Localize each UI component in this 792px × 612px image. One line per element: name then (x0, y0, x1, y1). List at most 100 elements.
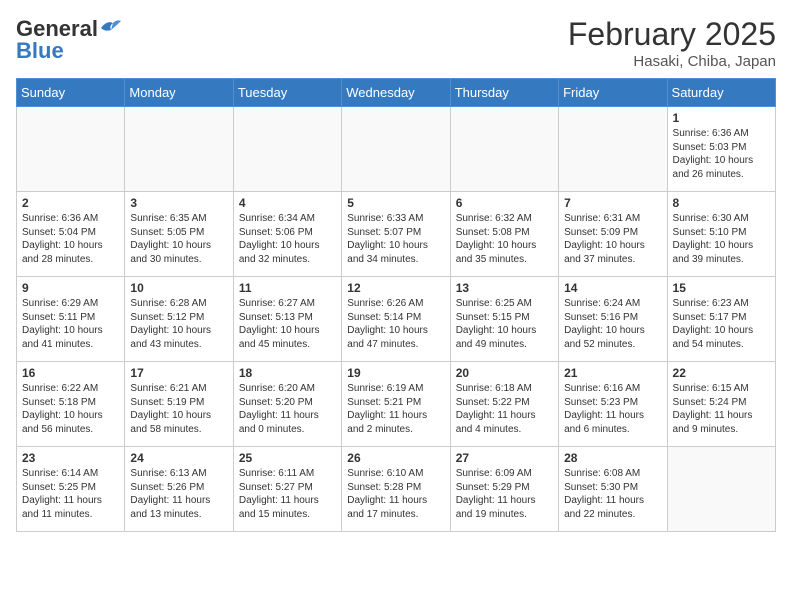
calendar-cell: 16 Sunrise: 6:22 AM Sunset: 5:18 PM Dayli… (17, 362, 125, 447)
calendar-cell: 4 Sunrise: 6:34 AM Sunset: 5:06 PM Daylig… (233, 192, 341, 277)
day-number: 15 (673, 281, 770, 295)
calendar-cell: 15 Sunrise: 6:23 AM Sunset: 5:17 PM Dayli… (667, 277, 775, 362)
page-header: General Blue February 2025 Hasaki, Chiba… (16, 16, 776, 70)
day-number: 3 (130, 196, 227, 210)
week-row-2: 9 Sunrise: 6:29 AM Sunset: 5:11 PM Daylig… (17, 277, 776, 362)
calendar-cell: 8 Sunrise: 6:30 AM Sunset: 5:10 PM Daylig… (667, 192, 775, 277)
col-header-wednesday: Wednesday (342, 79, 450, 107)
calendar-cell: 18Sunrise: 6:20 AM Sunset: 5:20 PM Dayli… (233, 362, 341, 447)
day-number: 6 (456, 196, 553, 210)
day-number: 11 (239, 281, 336, 295)
day-number: 26 (347, 451, 444, 465)
calendar-cell (17, 107, 125, 192)
calendar-cell: 13 Sunrise: 6:25 AM Sunset: 5:15 PM Dayli… (450, 277, 558, 362)
day-number: 25 (239, 451, 336, 465)
logo-bird-icon (99, 18, 121, 36)
location: Hasaki, Chiba, Japan (568, 53, 776, 70)
week-row-4: 23 Sunrise: 6:14 AM Sunset: 5:25 PM Dayli… (17, 447, 776, 532)
day-number: 1 (673, 111, 770, 125)
calendar-cell (667, 447, 775, 532)
calendar-header-row: SundayMondayTuesdayWednesdayThursdayFrid… (17, 79, 776, 107)
calendar-cell: 11Sunrise: 6:27 AM Sunset: 5:13 PM Dayli… (233, 277, 341, 362)
col-header-saturday: Saturday (667, 79, 775, 107)
day-info: Sunrise: 6:34 AM Sunset: 5:06 PM Dayligh… (239, 212, 336, 266)
logo-blue: Blue (16, 38, 64, 64)
day-number: 17 (130, 366, 227, 380)
calendar-cell: 3 Sunrise: 6:35 AM Sunset: 5:05 PM Daylig… (125, 192, 233, 277)
day-number: 22 (673, 366, 770, 380)
day-number: 16 (22, 366, 119, 380)
calendar-cell: 25 Sunrise: 6:11 AM Sunset: 5:27 PM Dayli… (233, 447, 341, 532)
day-number: 14 (564, 281, 661, 295)
calendar-cell: 17 Sunrise: 6:21 AM Sunset: 5:19 PM Dayli… (125, 362, 233, 447)
day-info: Sunrise: 6:29 AM Sunset: 5:11 PM Dayligh… (22, 297, 119, 351)
day-info: Sunrise: 6:30 AM Sunset: 5:10 PM Dayligh… (673, 212, 770, 266)
col-header-thursday: Thursday (450, 79, 558, 107)
calendar-cell (233, 107, 341, 192)
calendar-cell: 5 Sunrise: 6:33 AM Sunset: 5:07 PM Daylig… (342, 192, 450, 277)
calendar-cell: 22 Sunrise: 6:15 AM Sunset: 5:24 PM Dayli… (667, 362, 775, 447)
day-number: 24 (130, 451, 227, 465)
col-header-tuesday: Tuesday (233, 79, 341, 107)
day-number: 8 (673, 196, 770, 210)
day-info: Sunrise: 6:18 AM Sunset: 5:22 PM Dayligh… (456, 382, 553, 436)
week-row-1: 2 Sunrise: 6:36 AM Sunset: 5:04 PM Daylig… (17, 192, 776, 277)
day-info: Sunrise: 6:36 AM Sunset: 5:04 PM Dayligh… (22, 212, 119, 266)
day-info: Sunrise: 6:16 AM Sunset: 5:23 PM Dayligh… (564, 382, 661, 436)
day-number: 20 (456, 366, 553, 380)
col-header-friday: Friday (559, 79, 667, 107)
calendar-cell: 27 Sunrise: 6:09 AM Sunset: 5:29 PM Dayli… (450, 447, 558, 532)
day-number: 13 (456, 281, 553, 295)
day-number: 23 (22, 451, 119, 465)
title-block: February 2025 Hasaki, Chiba, Japan (568, 16, 776, 70)
day-number: 18 (239, 366, 336, 380)
calendar-cell (559, 107, 667, 192)
week-row-0: 1 Sunrise: 6:36 AM Sunset: 5:03 PM Daylig… (17, 107, 776, 192)
week-row-3: 16 Sunrise: 6:22 AM Sunset: 5:18 PM Dayli… (17, 362, 776, 447)
day-info: Sunrise: 6:23 AM Sunset: 5:17 PM Dayligh… (673, 297, 770, 351)
day-info: Sunrise: 6:10 AM Sunset: 5:28 PM Dayligh… (347, 467, 444, 521)
calendar-cell: 19 Sunrise: 6:19 AM Sunset: 5:21 PM Dayli… (342, 362, 450, 447)
day-number: 19 (347, 366, 444, 380)
day-number: 4 (239, 196, 336, 210)
day-number: 9 (22, 281, 119, 295)
day-number: 27 (456, 451, 553, 465)
calendar-cell: 12Sunrise: 6:26 AM Sunset: 5:14 PM Dayli… (342, 277, 450, 362)
calendar-table: SundayMondayTuesdayWednesdayThursdayFrid… (16, 78, 776, 532)
day-info: Sunrise: 6:15 AM Sunset: 5:24 PM Dayligh… (673, 382, 770, 436)
day-number: 28 (564, 451, 661, 465)
day-info: Sunrise: 6:36 AM Sunset: 5:03 PM Dayligh… (673, 127, 770, 181)
day-number: 2 (22, 196, 119, 210)
calendar-cell: 20 Sunrise: 6:18 AM Sunset: 5:22 PM Dayli… (450, 362, 558, 447)
month-title: February 2025 (568, 16, 776, 53)
day-info: Sunrise: 6:22 AM Sunset: 5:18 PM Dayligh… (22, 382, 119, 436)
day-number: 21 (564, 366, 661, 380)
calendar-cell: 21 Sunrise: 6:16 AM Sunset: 5:23 PM Dayli… (559, 362, 667, 447)
day-info: Sunrise: 6:09 AM Sunset: 5:29 PM Dayligh… (456, 467, 553, 521)
day-info: Sunrise: 6:11 AM Sunset: 5:27 PM Dayligh… (239, 467, 336, 521)
day-info: Sunrise: 6:25 AM Sunset: 5:15 PM Dayligh… (456, 297, 553, 351)
day-info: Sunrise: 6:21 AM Sunset: 5:19 PM Dayligh… (130, 382, 227, 436)
calendar-cell: 26 Sunrise: 6:10 AM Sunset: 5:28 PM Dayli… (342, 447, 450, 532)
calendar-cell: 10Sunrise: 6:28 AM Sunset: 5:12 PM Dayli… (125, 277, 233, 362)
day-info: Sunrise: 6:14 AM Sunset: 5:25 PM Dayligh… (22, 467, 119, 521)
col-header-sunday: Sunday (17, 79, 125, 107)
day-number: 12 (347, 281, 444, 295)
day-info: Sunrise: 6:32 AM Sunset: 5:08 PM Dayligh… (456, 212, 553, 266)
col-header-monday: Monday (125, 79, 233, 107)
day-info: Sunrise: 6:19 AM Sunset: 5:21 PM Dayligh… (347, 382, 444, 436)
calendar-cell: 1 Sunrise: 6:36 AM Sunset: 5:03 PM Daylig… (667, 107, 775, 192)
day-number: 5 (347, 196, 444, 210)
logo: General Blue (16, 16, 121, 64)
calendar-cell: 24 Sunrise: 6:13 AM Sunset: 5:26 PM Dayli… (125, 447, 233, 532)
day-info: Sunrise: 6:33 AM Sunset: 5:07 PM Dayligh… (347, 212, 444, 266)
day-info: Sunrise: 6:35 AM Sunset: 5:05 PM Dayligh… (130, 212, 227, 266)
calendar-cell: 7Sunrise: 6:31 AM Sunset: 5:09 PM Daylig… (559, 192, 667, 277)
calendar-cell: 14Sunrise: 6:24 AM Sunset: 5:16 PM Dayli… (559, 277, 667, 362)
day-info: Sunrise: 6:13 AM Sunset: 5:26 PM Dayligh… (130, 467, 227, 521)
day-info: Sunrise: 6:31 AM Sunset: 5:09 PM Dayligh… (564, 212, 661, 266)
day-info: Sunrise: 6:28 AM Sunset: 5:12 PM Dayligh… (130, 297, 227, 351)
calendar-cell: 6 Sunrise: 6:32 AM Sunset: 5:08 PM Daylig… (450, 192, 558, 277)
calendar-cell (125, 107, 233, 192)
calendar-cell (450, 107, 558, 192)
